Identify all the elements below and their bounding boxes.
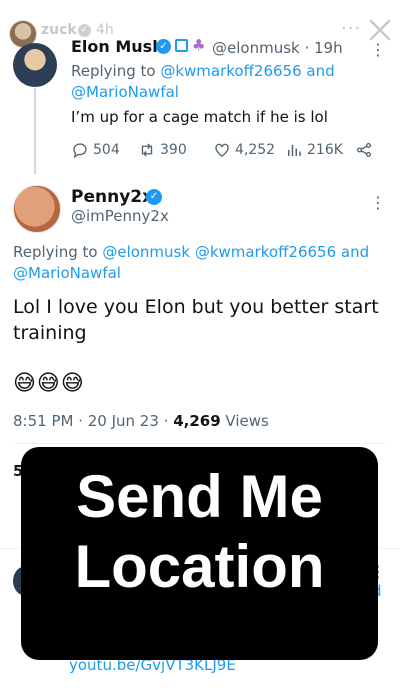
verified-icon: ✓ xyxy=(78,24,91,37)
more-icon[interactable]: ··· xyxy=(341,18,361,39)
replying-to: Replying to @elonmusk @kwmarkoff26656 an… xyxy=(13,242,383,284)
more-options-icon[interactable]: ⋮ xyxy=(370,193,386,212)
verified-badge-icon: ✓ xyxy=(156,39,171,54)
views-count: 4,269 xyxy=(173,412,221,430)
sticker-line: Location xyxy=(74,533,325,600)
like-count: 4,252 xyxy=(235,142,276,158)
mention-link[interactable]: @kwmarkoff26656 xyxy=(160,62,301,80)
replying-prefix: Replying to xyxy=(71,62,161,80)
tweet-text: I’m up for a cage match if he is lol xyxy=(71,108,328,126)
author-name[interactable]: Elon Musk xyxy=(71,37,163,56)
reply-count: 504 xyxy=(93,142,120,158)
analytics-icon xyxy=(288,144,301,156)
avatar[interactable] xyxy=(13,43,57,87)
sticker-line: Send Me xyxy=(76,463,323,530)
tweet-emojis: 😅😅😅 xyxy=(13,371,85,396)
author-handle[interactable]: @elonmusk · 19h xyxy=(212,39,343,57)
retweet-button[interactable]: 390 xyxy=(138,141,187,159)
view-count: 216K xyxy=(307,142,343,158)
replying-and: and xyxy=(301,62,335,80)
mention-link[interactable]: @elonmusk xyxy=(102,243,190,261)
share-button[interactable] xyxy=(355,141,373,159)
more-options-icon[interactable]: ⋮ xyxy=(370,40,386,59)
heart-icon xyxy=(215,143,229,157)
retweet-count: 390 xyxy=(160,142,187,158)
story-username[interactable]: zuck xyxy=(41,22,77,38)
replying-to: Replying to @kwmarkoff26656 and @MarioNaw… xyxy=(71,61,371,103)
thread-line xyxy=(34,88,36,174)
share-icon xyxy=(356,142,372,158)
tweet-text: Lol I love you Elon but you better start… xyxy=(13,296,379,344)
reply-button[interactable]: 504 xyxy=(71,141,120,159)
mention-link[interactable]: @MarioNawfal xyxy=(13,264,121,282)
mention-link[interactable]: @MarioNawfal xyxy=(71,83,179,101)
sticker-text: Send Me Location xyxy=(21,462,378,602)
divider xyxy=(13,443,387,444)
affiliation-icon: ♣ xyxy=(192,36,206,54)
like-button[interactable]: 4,252 xyxy=(213,141,275,159)
close-icon[interactable] xyxy=(368,18,392,42)
reply-icon xyxy=(73,143,87,159)
mention-link[interactable]: @kwmarkoff26656 xyxy=(195,243,336,261)
views-label: Views xyxy=(220,412,269,430)
tweet-meta: 8:51 PM · 20 Jun 23 · 4,269 Views xyxy=(13,412,269,430)
government-badge-icon xyxy=(175,39,188,52)
verified-badge-icon: ✓ xyxy=(146,189,162,205)
timestamp[interactable]: 8:51 PM · 20 Jun 23 · xyxy=(13,412,173,430)
replying-prefix: Replying to xyxy=(13,243,103,261)
views-button[interactable]: 216K xyxy=(285,141,343,159)
author-name[interactable]: Penny2x xyxy=(71,187,153,207)
story-time: 4h xyxy=(96,22,114,38)
author-handle[interactable]: @imPenny2x xyxy=(71,207,169,225)
retweet-icon xyxy=(141,143,153,157)
replying-and: and xyxy=(336,243,370,261)
avatar[interactable] xyxy=(13,185,61,233)
